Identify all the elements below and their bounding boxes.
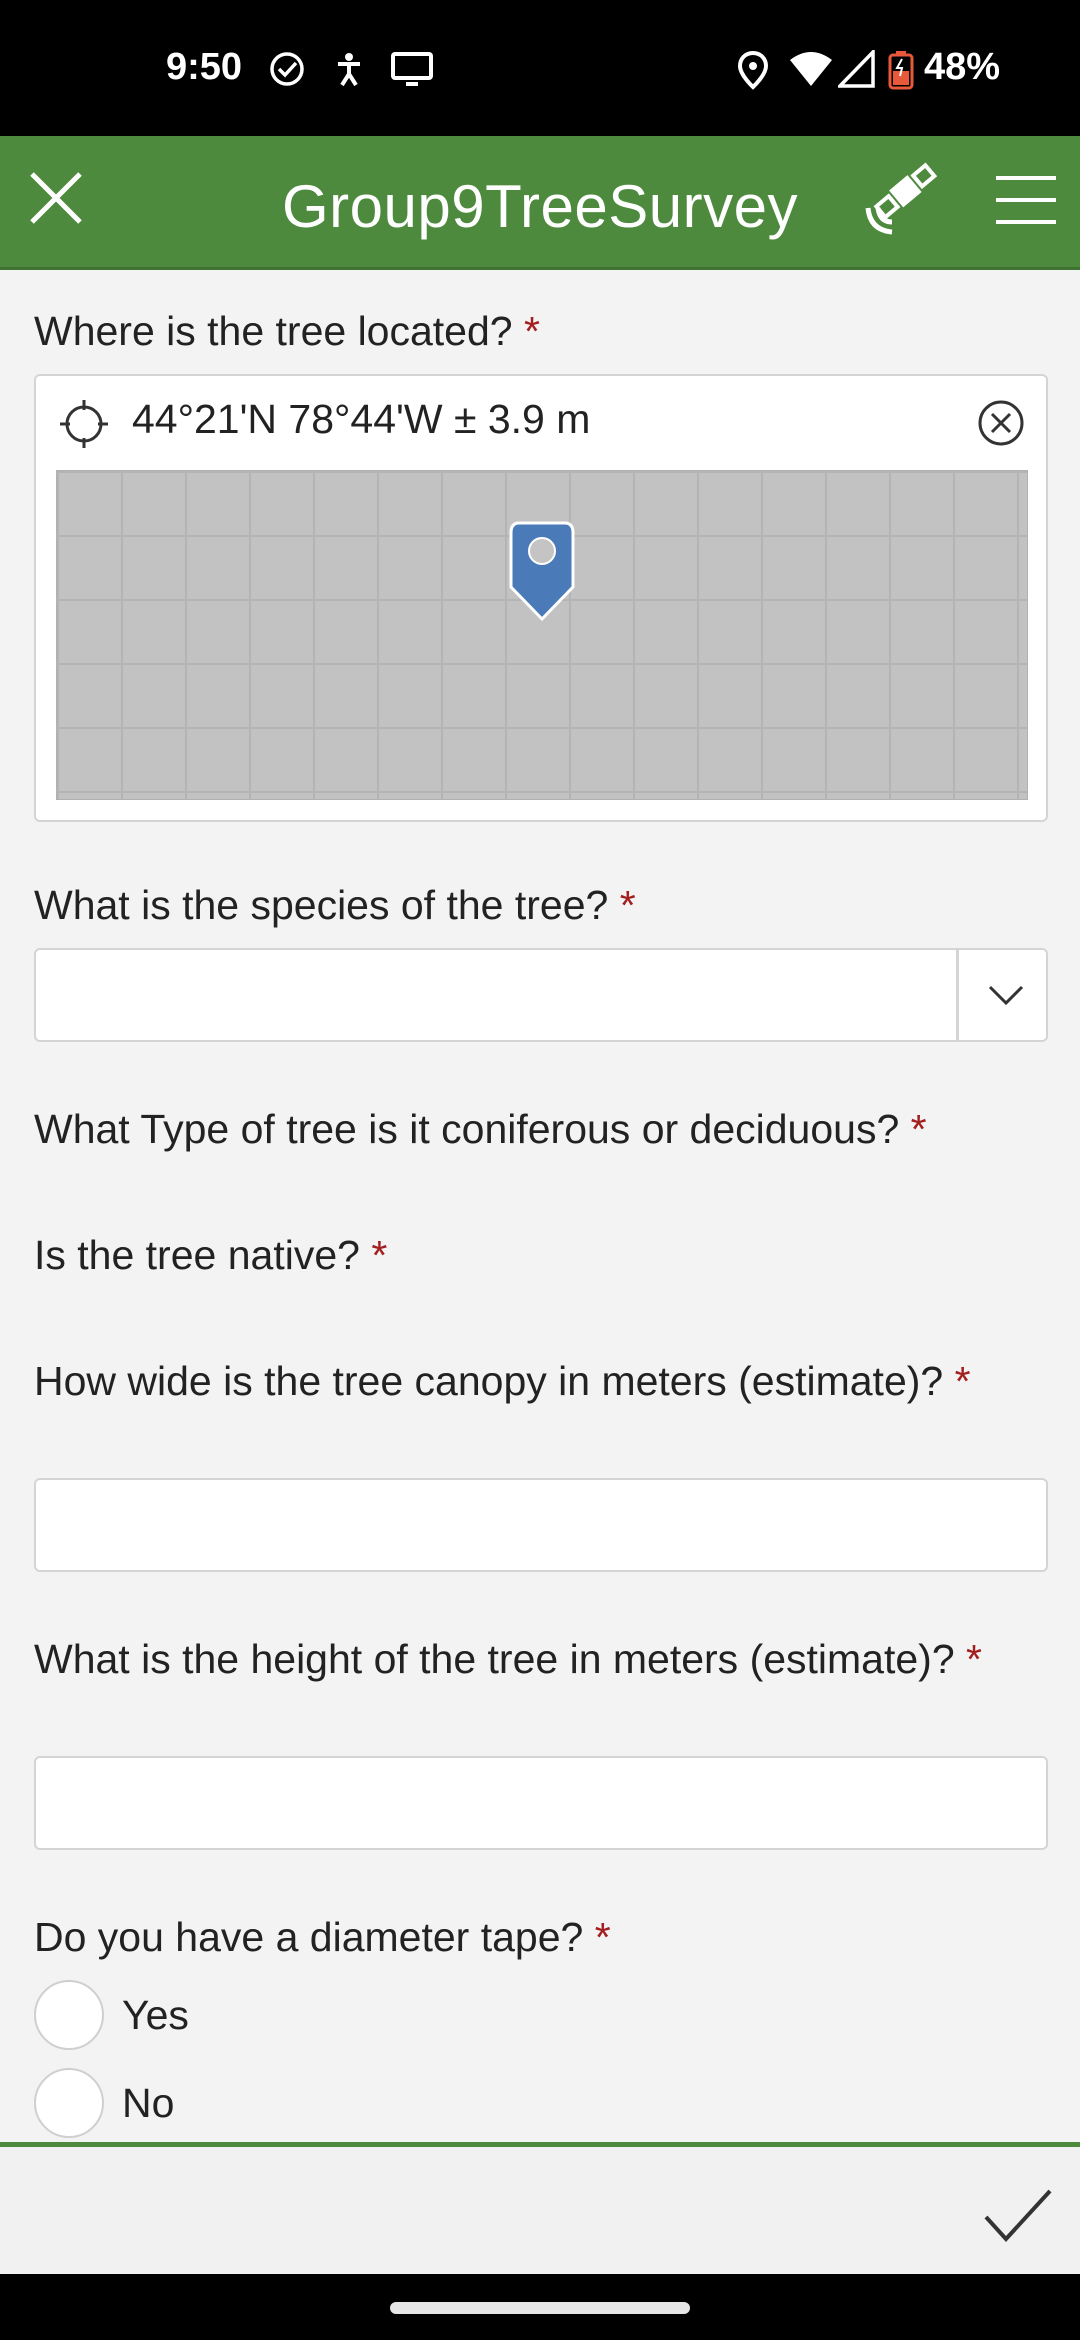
survey-form: Where is the tree located? * 44°21'N 78°… [0, 272, 1080, 2142]
chevron-down-icon [988, 985, 1024, 1006]
species-dropdown-toggle[interactable] [966, 950, 1046, 1040]
required-marker: * [524, 308, 540, 354]
location-pin-icon [736, 50, 770, 95]
question-location-text: Where is the tree located? [34, 308, 513, 354]
question-species: What is the species of the tree? * [34, 880, 1044, 930]
clear-circle-icon [978, 400, 1024, 446]
accessibility-icon [330, 50, 368, 93]
question-diameter-tape-text: Do you have a diameter tape? [34, 1914, 584, 1960]
required-marker: * [594, 1914, 611, 1960]
radio-button[interactable] [34, 2068, 104, 2138]
system-navigation-bar [0, 2274, 1080, 2340]
radio-option-no[interactable]: No [34, 2068, 174, 2138]
radio-button[interactable] [34, 1980, 104, 2050]
cast-screen-icon [390, 50, 434, 93]
cell-signal-icon [835, 47, 876, 93]
battery-percentage: 48% [924, 46, 1001, 88]
crosshair-icon[interactable] [58, 398, 110, 455]
canopy-input[interactable] [34, 1478, 1048, 1572]
gps-button[interactable] [858, 161, 942, 243]
home-gesture-handle[interactable] [390, 2302, 690, 2314]
required-marker: * [966, 1636, 983, 1682]
select-divider [956, 950, 959, 1040]
geopoint-coordinates: 44°21'N 78°44'W ± 3.9 m [132, 396, 591, 442]
question-location: Where is the tree located? * [34, 306, 1044, 356]
wifi-icon [788, 50, 834, 93]
geopoint-field[interactable]: 44°21'N 78°44'W ± 3.9 m [34, 374, 1048, 822]
height-input[interactable] [34, 1756, 1048, 1850]
question-canopy: How wide is the tree canopy in meters (e… [34, 1356, 1044, 1406]
radio-option-yes[interactable]: Yes [34, 1980, 189, 2050]
radio-label-no: No [122, 2079, 175, 2126]
question-tree-type-text: What Type of tree is it coniferous or de… [34, 1106, 900, 1152]
required-marker: * [371, 1232, 388, 1278]
form-footer [0, 2142, 1080, 2274]
question-native-text: Is the tree native? [34, 1232, 360, 1278]
satellite-icon [860, 161, 940, 243]
status-time: 9:50 [166, 46, 243, 88]
menu-button[interactable] [990, 166, 1062, 238]
radio-label-yes: Yes [122, 1991, 189, 2038]
question-height-text: What is the height of the tree in meters… [34, 1636, 955, 1682]
submit-button[interactable] [978, 2175, 1058, 2255]
menu-icon [994, 172, 1058, 233]
required-marker: * [954, 1358, 971, 1404]
checkmark-icon [984, 2189, 1052, 2242]
question-tree-type: What Type of tree is it coniferous or de… [34, 1104, 1044, 1154]
location-map[interactable] [56, 470, 1028, 800]
question-diameter-tape: Do you have a diameter tape? * [34, 1912, 1044, 1962]
question-native: Is the tree native? * [34, 1230, 1044, 1280]
clear-location-button[interactable] [976, 398, 1026, 453]
check-circle-icon [268, 50, 306, 93]
required-marker: * [619, 882, 636, 928]
status-bar: 9:50 48% [0, 0, 1080, 136]
battery-icon [888, 50, 914, 95]
app-bar: Group9TreeSurvey [0, 136, 1080, 270]
question-canopy-text: How wide is the tree canopy in meters (e… [34, 1358, 944, 1404]
map-marker-icon [509, 521, 575, 646]
required-marker: * [910, 1106, 927, 1152]
species-select[interactable] [34, 948, 1048, 1042]
question-species-text: What is the species of the tree? [34, 882, 609, 928]
question-height: What is the height of the tree in meters… [34, 1634, 1044, 1684]
